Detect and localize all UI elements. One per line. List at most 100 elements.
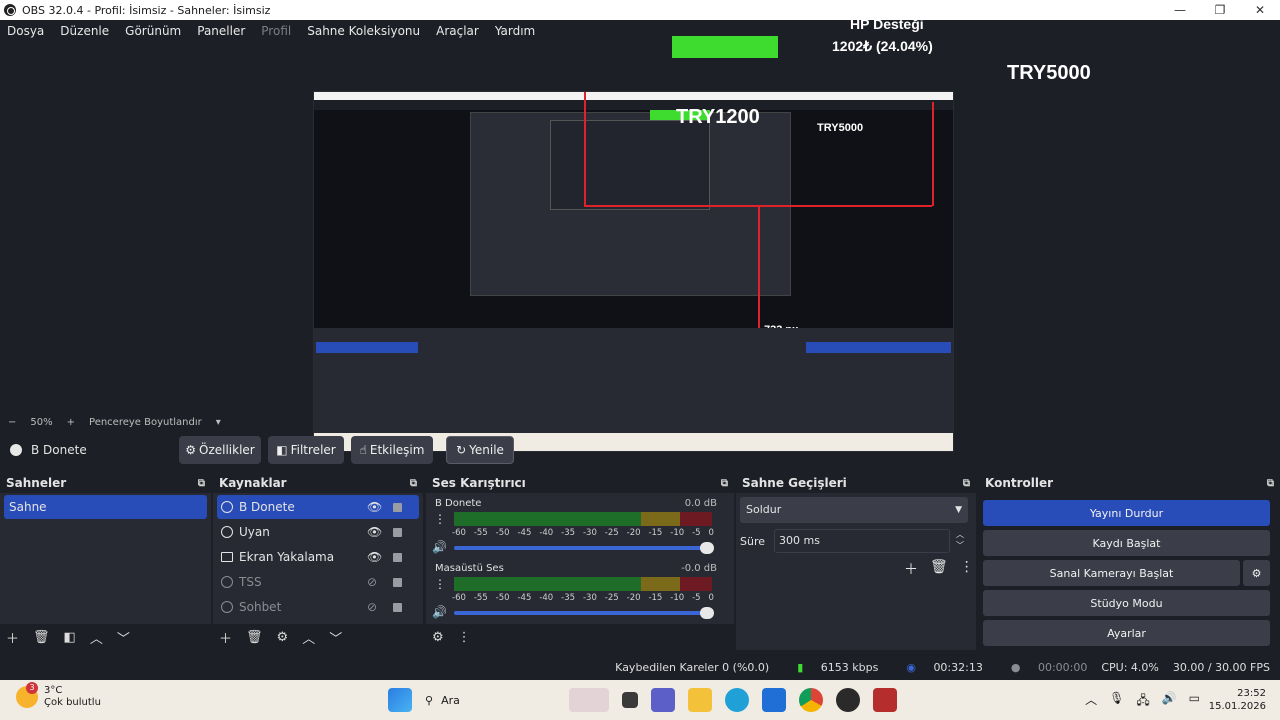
filters-button[interactable]: ◧ Filtreler bbox=[268, 436, 344, 464]
chrome-icon[interactable] bbox=[799, 688, 823, 712]
eye-hidden-icon[interactable]: ⊘ bbox=[367, 575, 377, 589]
preview-canvas[interactable]: TRY1200 TRY5000 733 px bbox=[313, 91, 954, 452]
more-icon[interactable]: ⋮ bbox=[434, 577, 446, 591]
chevron-up-icon[interactable]: ︿ bbox=[1085, 691, 1097, 712]
eye-icon[interactable]: 👁 bbox=[367, 500, 382, 514]
scene-item[interactable]: Sahne bbox=[4, 495, 207, 519]
gear-icon[interactable]: ⚙ bbox=[277, 630, 289, 645]
network-icon[interactable]: 🖧 bbox=[1136, 691, 1149, 712]
source-item-tss[interactable]: TSS ⊘ bbox=[217, 570, 419, 594]
duration-input[interactable]: 300 ms bbox=[774, 529, 950, 553]
signal-icon: ▮ bbox=[797, 660, 804, 674]
menu-view[interactable]: Görünüm bbox=[125, 24, 181, 38]
eye-icon[interactable]: 👁 bbox=[367, 525, 382, 539]
menu-tools[interactable]: Araçlar bbox=[436, 24, 479, 38]
refresh-button[interactable]: ↻ Yenile bbox=[446, 436, 514, 464]
undock-icon[interactable]: ⧉ bbox=[721, 478, 728, 489]
menu-edit[interactable]: Düzenle bbox=[60, 24, 109, 38]
title-bar: OBS 32.0.4 - Profil: İsimsiz - Sahneler:… bbox=[0, 0, 1280, 20]
add-icon[interactable]: ＋ bbox=[904, 559, 918, 579]
selected-source-name: B Donete bbox=[31, 443, 87, 457]
volume-icon[interactable]: 🔊 bbox=[1162, 691, 1177, 712]
speaker-icon[interactable]: 🔊 bbox=[432, 605, 447, 619]
settings-button[interactable]: Ayarlar bbox=[983, 620, 1270, 646]
stop-stream-button[interactable]: Yayını Durdur bbox=[983, 500, 1270, 526]
teams-icon[interactable] bbox=[651, 688, 675, 712]
menu-help[interactable]: Yardım bbox=[495, 24, 535, 38]
menu-file[interactable]: Dosya bbox=[7, 24, 44, 38]
fit-window-label[interactable]: Pencereye Boyutlandır bbox=[89, 417, 202, 428]
pointer-icon: ☝ bbox=[359, 443, 367, 457]
add-icon[interactable]: ＋ bbox=[6, 628, 19, 647]
eye-hidden-icon[interactable]: ⊘ bbox=[367, 600, 377, 614]
zoom-out-button[interactable]: − bbox=[8, 417, 16, 428]
volume-slider[interactable] bbox=[454, 542, 714, 554]
start-virtual-camera-button[interactable]: Sanal Kamerayı Başlat bbox=[983, 560, 1240, 586]
copilot-icon[interactable] bbox=[569, 688, 609, 712]
virtual-camera-settings-gear-icon[interactable]: ⚙ bbox=[1243, 560, 1270, 586]
close-button[interactable]: ✕ bbox=[1240, 0, 1280, 20]
trash-icon[interactable]: 🗑 bbox=[33, 630, 50, 645]
trash-icon[interactable]: 🗑 bbox=[930, 559, 948, 579]
speaker-icon[interactable]: 🔊 bbox=[432, 540, 447, 554]
preview-area[interactable]: HP Desteği 1202₺ (24.04%) TRY5000 TRY120… bbox=[0, 16, 1280, 452]
eye-icon[interactable]: 👁 bbox=[367, 550, 382, 564]
chevron-down-icon[interactable]: ▾ bbox=[216, 417, 221, 428]
minimize-button[interactable]: — bbox=[1160, 0, 1200, 20]
microphone-icon[interactable]: 🎙 bbox=[1109, 691, 1124, 712]
start-recording-button[interactable]: Kaydı Başlat bbox=[983, 530, 1270, 556]
source-item-sohbet[interactable]: Sohbet ⊘ bbox=[217, 595, 419, 619]
transitions-title: Sahne Geçişleri bbox=[742, 476, 847, 490]
overlay-title: HP Desteği bbox=[850, 16, 924, 32]
interact-button[interactable]: ☝ Etkileşim bbox=[351, 436, 433, 464]
undock-icon[interactable]: ⧉ bbox=[198, 478, 205, 489]
filter-icon[interactable]: ◧ bbox=[64, 630, 76, 645]
add-icon[interactable]: ＋ bbox=[219, 628, 232, 647]
file-explorer-icon[interactable] bbox=[688, 688, 712, 712]
goal-progress-bar bbox=[672, 36, 778, 58]
browser-source-icon bbox=[10, 444, 22, 456]
transition-select[interactable]: Soldur ▼ bbox=[740, 497, 968, 523]
start-icon[interactable] bbox=[388, 688, 412, 712]
source-item-b-donete[interactable]: B Donete 👁 bbox=[217, 495, 419, 519]
mixer-settings-icon[interactable]: ⚙ bbox=[432, 630, 444, 645]
duration-stepper[interactable]: ︿ ﹀ bbox=[956, 529, 964, 551]
zoom-in-button[interactable]: + bbox=[67, 417, 75, 428]
more-icon[interactable]: ⋮ bbox=[458, 630, 471, 645]
lock-icon[interactable] bbox=[393, 552, 402, 562]
menu-docks[interactable]: Paneller bbox=[197, 24, 245, 38]
properties-button[interactable]: ⚙ Özellikler bbox=[179, 436, 261, 464]
app-icon[interactable] bbox=[873, 688, 897, 712]
clock[interactable]: 23:52 15.01.2026 bbox=[1209, 687, 1266, 713]
window-title: OBS 32.0.4 - Profil: İsimsiz - Sahneler:… bbox=[22, 3, 271, 17]
chevron-down-icon[interactable]: ﹀ bbox=[117, 628, 130, 647]
menu-scene-collection[interactable]: Sahne Koleksiyonu bbox=[307, 24, 420, 38]
edge-icon[interactable] bbox=[725, 688, 749, 712]
undock-icon[interactable]: ⧉ bbox=[1267, 478, 1274, 489]
lock-icon[interactable] bbox=[393, 527, 402, 537]
task-view-icon[interactable] bbox=[622, 692, 638, 708]
maximize-button[interactable]: ❐ bbox=[1200, 0, 1240, 20]
chevron-down-icon[interactable]: ﹀ bbox=[329, 628, 342, 647]
lock-icon[interactable] bbox=[393, 577, 402, 587]
trash-icon[interactable]: 🗑 bbox=[246, 630, 263, 645]
weather-widget[interactable]: 3 3°C Çok bulutlu bbox=[16, 682, 101, 709]
search-box[interactable]: ⚲ Ara bbox=[425, 694, 555, 707]
nested-stop-button bbox=[806, 342, 951, 353]
lock-icon[interactable] bbox=[393, 602, 402, 612]
undock-icon[interactable]: ⧉ bbox=[410, 478, 417, 489]
obs-taskbar-icon[interactable] bbox=[836, 688, 860, 712]
undock-icon[interactable]: ⧉ bbox=[963, 478, 970, 489]
source-item-ekran-yakalama[interactable]: Ekran Yakalama 👁 bbox=[217, 545, 419, 569]
studio-mode-button[interactable]: Stüdyo Modu bbox=[983, 590, 1270, 616]
volume-slider[interactable] bbox=[454, 607, 714, 619]
lock-icon[interactable] bbox=[393, 502, 402, 512]
menu-profile[interactable]: Profil bbox=[261, 24, 291, 38]
chevron-up-icon[interactable]: ︿ bbox=[302, 628, 315, 647]
chevron-up-icon[interactable]: ︿ bbox=[90, 628, 103, 647]
more-icon[interactable]: ⋮ bbox=[434, 512, 446, 526]
source-item-uyan[interactable]: Uyan 👁 bbox=[217, 520, 419, 544]
more-icon[interactable]: ⋮ bbox=[960, 559, 974, 579]
store-icon[interactable] bbox=[762, 688, 786, 712]
battery-icon[interactable]: ▭ bbox=[1189, 691, 1200, 712]
